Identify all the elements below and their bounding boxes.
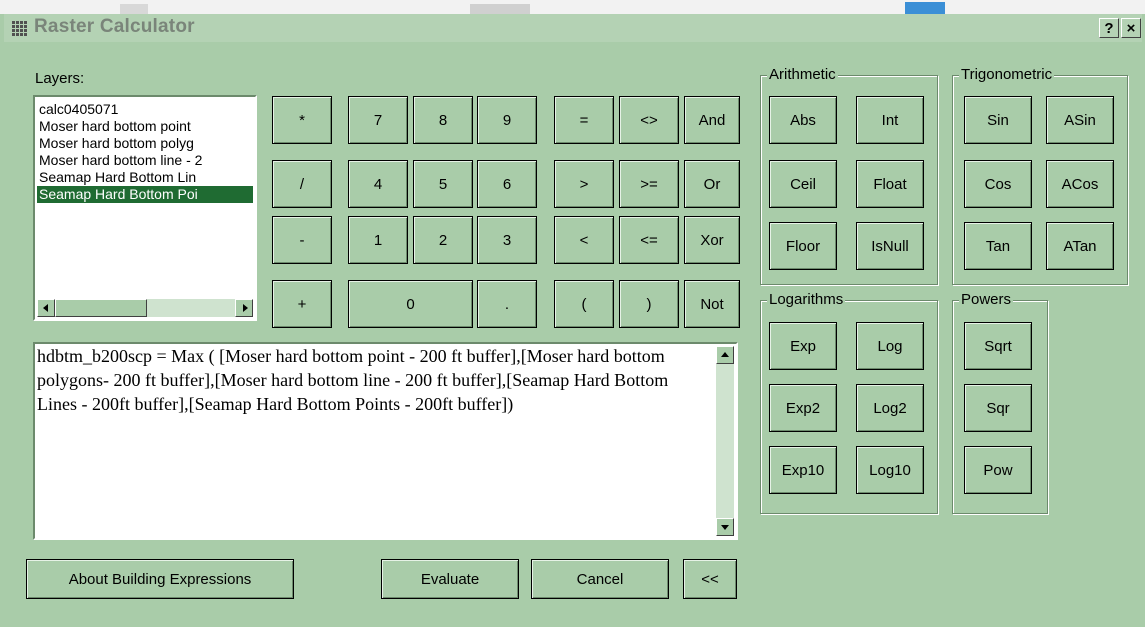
layer-item[interactable]: Moser hard bottom line - 2 (39, 152, 202, 169)
sqrt-button[interactable]: Sqrt (964, 322, 1032, 370)
scroll-left-icon[interactable] (37, 299, 55, 317)
collapse-button[interactable]: << (683, 559, 737, 599)
digit-8-button[interactable]: 8 (413, 96, 473, 144)
logarithms-label: Logarithms (767, 291, 846, 309)
ceil-button[interactable]: Ceil (769, 160, 837, 208)
digit-6-button[interactable]: 6 (477, 160, 537, 208)
not-equal-button[interactable]: <> (619, 96, 679, 144)
layer-item[interactable]: Moser hard bottom point (39, 118, 191, 135)
digit-3-button[interactable]: 3 (477, 216, 537, 264)
sin-button[interactable]: Sin (964, 96, 1032, 144)
digit-2-button[interactable]: 2 (413, 216, 473, 264)
less-equal-button[interactable]: <= (619, 216, 679, 264)
grid-icon (12, 20, 28, 36)
background-strip (0, 0, 1145, 14)
abs-button[interactable]: Abs (769, 96, 837, 144)
asin-button[interactable]: ASin (1046, 96, 1114, 144)
arithmetic-label: Arithmetic (767, 66, 838, 84)
minus-button[interactable]: - (272, 216, 332, 264)
equals-button[interactable]: = (554, 96, 614, 144)
expression-textbox[interactable]: hdbtm_b200scp = Max ( [Moser hard bottom… (33, 342, 738, 540)
scroll-right-icon[interactable] (235, 299, 253, 317)
scroll-thumb[interactable] (55, 299, 147, 317)
layers-label: Layers: (35, 70, 85, 87)
layers-horizontal-scrollbar[interactable] (37, 299, 253, 317)
help-button[interactable]: ? (1099, 18, 1119, 38)
scroll-up-icon[interactable] (716, 346, 734, 364)
exp2-button[interactable]: Exp2 (769, 384, 837, 432)
raster-calculator-window: Raster Calculator ? × Layers: calc040507… (0, 0, 1145, 627)
and-button[interactable]: And (684, 96, 740, 144)
isnull-button[interactable]: IsNull (856, 222, 924, 270)
xor-button[interactable]: Xor (684, 216, 740, 264)
layer-item-selected[interactable]: Seamap Hard Bottom Poi (37, 186, 253, 203)
greater-than-button[interactable]: > (554, 160, 614, 208)
layer-item[interactable]: Moser hard bottom polyg (39, 135, 194, 152)
floor-button[interactable]: Floor (769, 222, 837, 270)
exp-button[interactable]: Exp (769, 322, 837, 370)
exp10-button[interactable]: Exp10 (769, 446, 837, 494)
atan-button[interactable]: ATan (1046, 222, 1114, 270)
digit-5-button[interactable]: 5 (413, 160, 473, 208)
or-button[interactable]: Or (684, 160, 740, 208)
open-paren-button[interactable]: ( (554, 280, 614, 328)
tan-button[interactable]: Tan (964, 222, 1032, 270)
decimal-point-button[interactable]: . (477, 280, 537, 328)
powers-label: Powers (959, 291, 1014, 309)
scroll-down-icon[interactable] (716, 518, 734, 536)
layers-list[interactable]: calc0405071 Moser hard bottom point Mose… (33, 95, 257, 321)
cancel-button[interactable]: Cancel (531, 559, 669, 599)
log2-button[interactable]: Log2 (856, 384, 924, 432)
acos-button[interactable]: ACos (1046, 160, 1114, 208)
layer-item[interactable]: Seamap Hard Bottom Lin (39, 169, 196, 186)
evaluate-button[interactable]: Evaluate (381, 559, 519, 599)
digit-4-button[interactable]: 4 (348, 160, 408, 208)
layer-item[interactable]: calc0405071 (39, 101, 118, 118)
digit-7-button[interactable]: 7 (348, 96, 408, 144)
close-button[interactable]: × (1121, 18, 1141, 38)
log10-button[interactable]: Log10 (856, 446, 924, 494)
greater-equal-button[interactable]: >= (619, 160, 679, 208)
window-title: Raster Calculator (34, 16, 195, 37)
trigonometric-label: Trigonometric (959, 66, 1055, 84)
digit-1-button[interactable]: 1 (348, 216, 408, 264)
cos-button[interactable]: Cos (964, 160, 1032, 208)
float-button[interactable]: Float (856, 160, 924, 208)
about-building-expressions-button[interactable]: About Building Expressions (26, 559, 294, 599)
log-button[interactable]: Log (856, 322, 924, 370)
expression-text[interactable]: hdbtm_b200scp = Max ( [Moser hard bottom… (37, 344, 712, 416)
expression-vertical-scrollbar[interactable] (716, 346, 734, 536)
digit-9-button[interactable]: 9 (477, 96, 537, 144)
multiply-button[interactable]: * (272, 96, 332, 144)
sqr-button[interactable]: Sqr (964, 384, 1032, 432)
less-than-button[interactable]: < (554, 216, 614, 264)
divide-button[interactable]: / (272, 160, 332, 208)
int-button[interactable]: Int (856, 96, 924, 144)
close-paren-button[interactable]: ) (619, 280, 679, 328)
plus-button[interactable]: + (272, 280, 332, 328)
title-bar[interactable]: Raster Calculator ? × (4, 14, 1142, 42)
digit-0-button[interactable]: 0 (348, 280, 473, 328)
pow-button[interactable]: Pow (964, 446, 1032, 494)
not-button[interactable]: Not (684, 280, 740, 328)
